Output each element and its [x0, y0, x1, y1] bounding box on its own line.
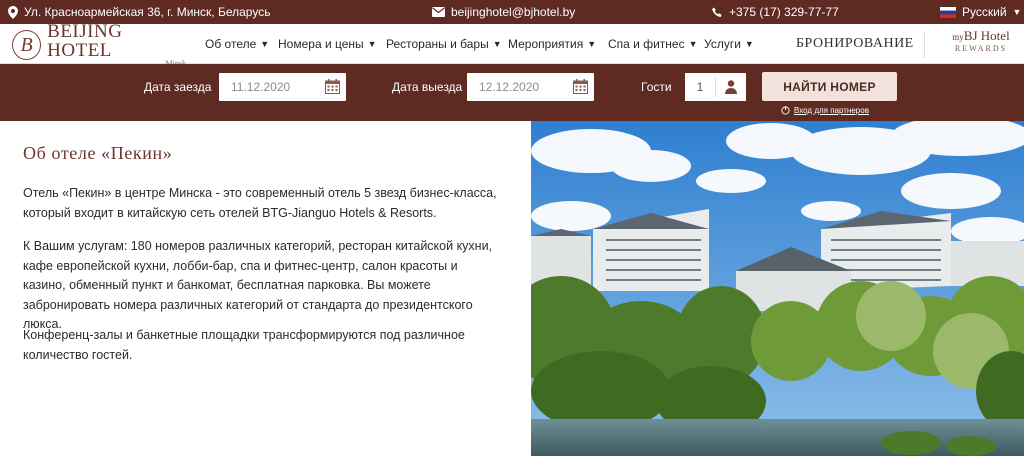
booking-bar: Дата заезда 11.12.2020 Дата выезда 12.12… — [0, 64, 1024, 121]
guests-value: 1 — [696, 80, 704, 94]
about-section: Об отеле «Пекин» Отель «Пекин» в центре … — [0, 121, 531, 456]
email-text: beijinghotel@bjhotel.by — [451, 5, 576, 19]
rewards-logo[interactable]: myBJ Hotel REWARDS — [944, 29, 1018, 59]
find-room-button[interactable]: НАЙТИ НОМЕР — [762, 72, 897, 101]
logo-title: BEIJING HOTEL — [47, 21, 123, 61]
checkout-label: Дата выезда — [392, 80, 463, 94]
nav-item-events[interactable]: Мероприятия ▼ — [508, 24, 596, 64]
nav-item-spa[interactable]: Спа и фитнес ▼ — [608, 24, 698, 64]
email-link[interactable]: beijinghotel@bjhotel.by — [432, 0, 575, 24]
checkin-value: 11.12.2020 — [231, 80, 291, 94]
caret-down-icon: ▼ — [367, 39, 377, 49]
about-paragraph-2: К Вашим услугам: 180 номеров различных к… — [23, 239, 493, 331]
booking-link[interactable]: БРОНИРОВАНИЕ — [796, 24, 914, 64]
phone-text: +375 (17) 329-77-77 — [729, 5, 839, 19]
rewards-sub: REWARDS — [954, 44, 1008, 53]
logo-mark: B — [12, 30, 42, 60]
nav-item-restaurants[interactable]: Рестораны и бары ▼ — [386, 24, 502, 64]
caret-down-icon: ▼ — [492, 39, 502, 49]
nav-label: Услуги — [704, 37, 741, 51]
phone-link[interactable]: +375 (17) 329-77-77 — [712, 0, 839, 24]
nav-label: Номера и цены — [278, 37, 364, 51]
caret-down-icon: ▼ — [260, 39, 270, 49]
nav-item-rooms[interactable]: Номера и цены ▼ — [278, 24, 377, 64]
caret-down-icon: ▼ — [744, 39, 754, 49]
russia-flag-icon — [940, 6, 956, 18]
envelope-icon — [432, 7, 445, 17]
nav-label: Рестораны и бары — [386, 37, 489, 51]
phone-icon — [712, 7, 722, 17]
page-title: Об отеле «Пекин» — [23, 143, 173, 163]
nav-label: Об отеле — [205, 37, 257, 51]
about-paragraph-1: Отель «Пекин» в центре Минска - это совр… — [23, 186, 497, 220]
guests-label: Гости — [641, 80, 672, 94]
language-label: Русский — [962, 5, 1007, 19]
checkin-date-field[interactable]: 11.12.2020 — [219, 73, 346, 101]
partner-login-text: Вход для партнеров — [794, 105, 869, 115]
nav-label: Спа и фитнес — [608, 37, 685, 51]
nav-item-services[interactable]: Услуги ▼ — [704, 24, 754, 64]
hotel-photo — [531, 121, 1024, 456]
nav-divider — [924, 32, 925, 58]
about-paragraph-3: Конференц-залы и банкетные площадки тран… — [23, 328, 465, 362]
person-icon — [716, 80, 746, 94]
nav-label: Мероприятия — [508, 37, 584, 51]
chevron-down-icon: ▼ — [1012, 7, 1022, 17]
nav-item-about[interactable]: Об отеле ▼ — [205, 24, 269, 64]
top-info-bar: Ул. Красноармейская 36, г. Минск, Белару… — [0, 0, 1024, 24]
checkout-date-field[interactable]: 12.12.2020 — [467, 73, 594, 101]
checkin-label: Дата заезда — [144, 80, 212, 94]
address-text: Ул. Красноармейская 36, г. Минск, Белару… — [24, 5, 271, 19]
caret-down-icon: ▼ — [688, 39, 698, 49]
power-icon — [781, 105, 790, 115]
calendar-icon[interactable] — [573, 79, 588, 94]
hotel-logo[interactable]: B BEIJING HOTEL Minsk — [12, 22, 188, 68]
main-navbar: B BEIJING HOTEL Minsk Об отеле▼ Номера и… — [0, 22, 1024, 68]
rewards-brand: BJ Hotel — [963, 28, 1010, 43]
caret-down-icon: ▼ — [587, 39, 597, 49]
rewards-my: my — [952, 32, 964, 42]
checkout-value: 12.12.2020 — [479, 80, 540, 94]
map-pin-icon — [8, 5, 18, 19]
partner-login-link[interactable]: Вход для партнеров — [781, 104, 869, 116]
calendar-icon[interactable] — [325, 79, 340, 94]
guests-field[interactable]: 1 — [685, 73, 746, 101]
language-selector[interactable]: Русский ▼ — [940, 0, 1021, 24]
